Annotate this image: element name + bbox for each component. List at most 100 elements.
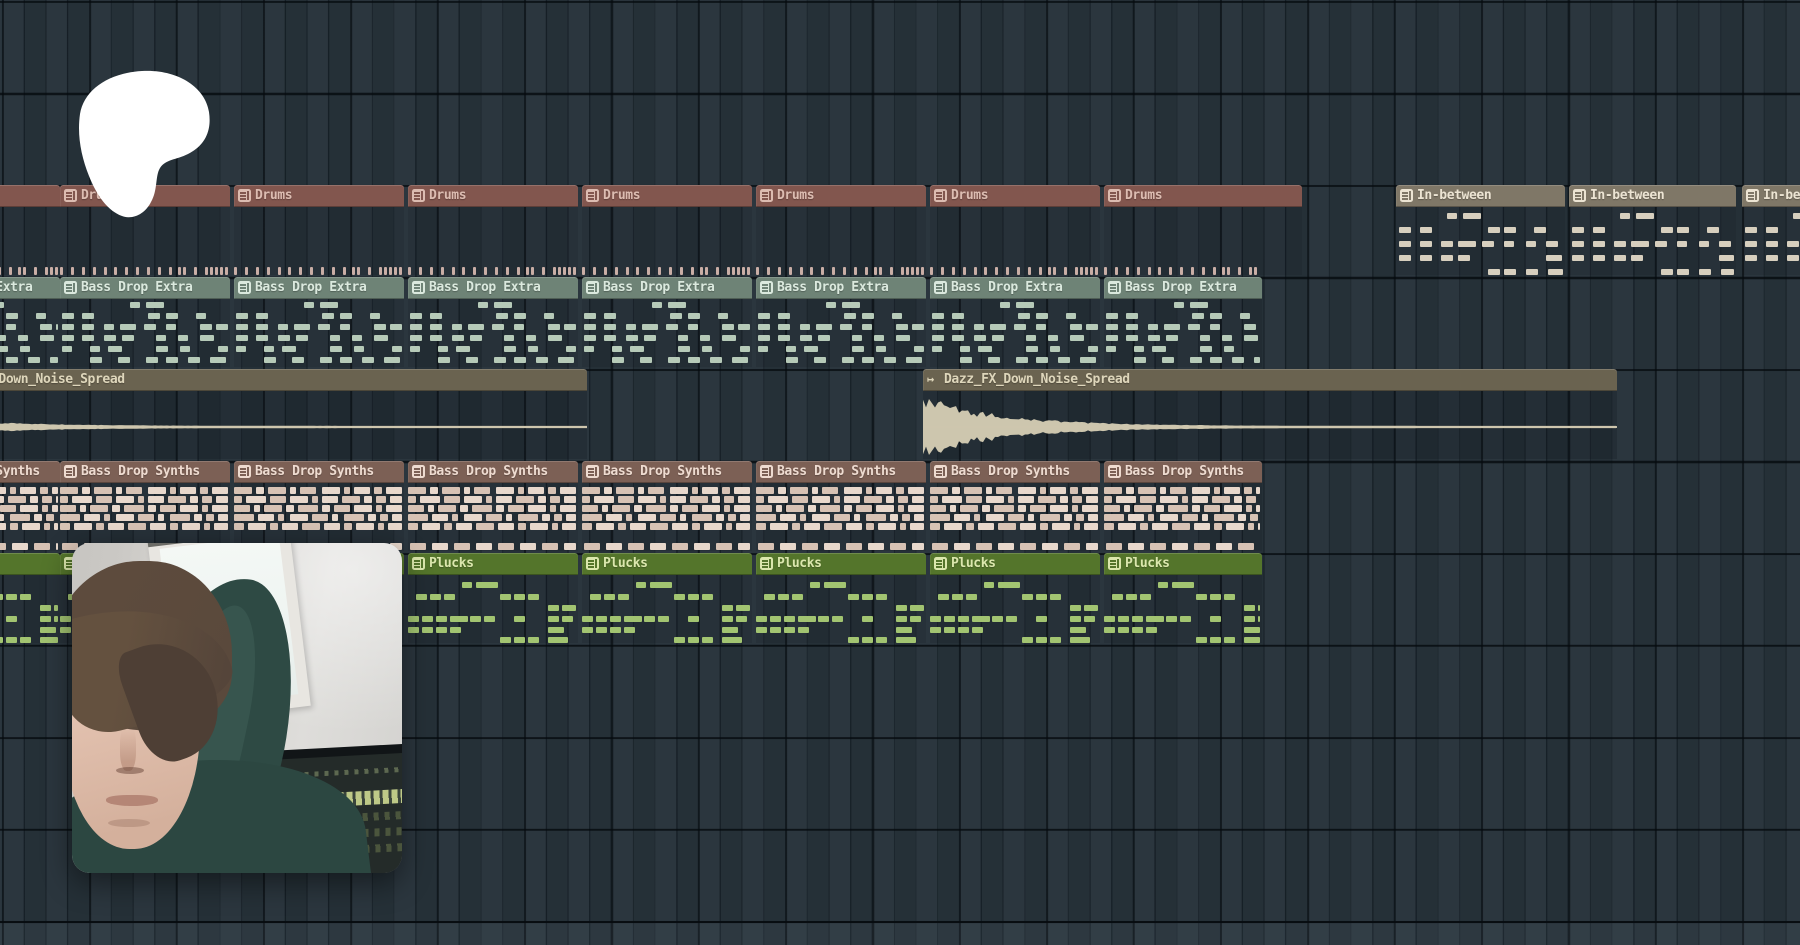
clip-header[interactable]: In-between <box>1569 185 1736 207</box>
clip-header[interactable]: Drums <box>582 185 752 207</box>
pattern-clip-plucks[interactable]: Plucks <box>408 553 578 643</box>
clip-note <box>1086 496 1098 503</box>
clip-note <box>758 543 774 550</box>
clip-header[interactable]: In-between <box>1396 185 1565 207</box>
pattern-clip-plucks[interactable]: Plucks <box>1104 553 1262 643</box>
clip-header[interactable]: Plucks <box>756 553 926 575</box>
clip-note <box>40 487 48 494</box>
clip-note <box>596 616 607 622</box>
clip-header[interactable]: Bass Drop Synths <box>582 461 752 483</box>
pattern-clip-bass-drop-synths[interactable]: Bass Drop Synths <box>756 461 926 551</box>
clip-header[interactable]: ↦Dazz_FX_Down_Noise_Spread <box>923 369 1617 391</box>
clip-header[interactable]: Bass Drop Synths <box>0 461 60 483</box>
clip-header[interactable]: Drums <box>234 185 404 207</box>
clip-note <box>0 543 6 550</box>
audio-clip-dazz-fx-down-noise-spread[interactable]: ↦Dazz_FX_Down_Noise_Spread <box>0 369 587 459</box>
clip-header[interactable]: Drums <box>1104 185 1302 207</box>
pattern-clip-drums[interactable]: Drums <box>60 185 230 275</box>
pattern-clip-bass-drop-synths[interactable]: Bass Drop Synths <box>930 461 1100 551</box>
clip-note <box>147 267 150 275</box>
pattern-clip-bass-drop-synths[interactable]: Bass Drop Synths <box>1104 461 1262 551</box>
clip-header[interactable]: Plucks <box>1104 553 1262 575</box>
clip-header[interactable]: Bass Drop Extra <box>582 277 752 299</box>
pattern-clip-bass-drop-extra[interactable]: Bass Drop Extra <box>582 277 752 367</box>
clip-note <box>670 313 682 319</box>
clip-header[interactable]: Bass Drop Synths <box>1104 461 1262 483</box>
pattern-clip-drums[interactable]: Drums <box>408 185 578 275</box>
clip-note <box>1254 267 1257 275</box>
pattern-clip-in-between[interactable]: In-between <box>1569 185 1736 275</box>
clip-note <box>104 514 110 521</box>
pattern-clip-drums[interactable]: Drums <box>234 185 404 275</box>
clip-header[interactable]: Bass Drop Extra <box>60 277 230 299</box>
pattern-clip-drums[interactable]: Drums <box>1104 185 1302 275</box>
clip-note <box>812 514 830 521</box>
pattern-clip-bass-drop-synths[interactable]: Bass Drop Synths <box>60 461 230 551</box>
clip-note <box>852 335 862 341</box>
clip-header[interactable]: Bass Drop Extra <box>0 277 60 299</box>
clip-note <box>548 627 564 633</box>
clip-header[interactable]: Bass Drop Extra <box>234 277 404 299</box>
clip-header[interactable]: Drums <box>930 185 1100 207</box>
audio-clip-dazz-fx-down-noise-spread[interactable]: ↦Dazz_FX_Down_Noise_Spread <box>923 369 1617 459</box>
pattern-clip-bass-drop-extra[interactable]: Bass Drop Extra <box>930 277 1100 367</box>
clip-header[interactable]: Bass Drop Synths <box>756 461 926 483</box>
clip-note <box>528 346 538 352</box>
clip-note <box>36 313 46 319</box>
pattern-clip-bass-drop-extra[interactable]: Bass Drop Extra <box>756 277 926 367</box>
clip-header[interactable]: Bass Drop Extra <box>408 277 578 299</box>
pattern-clip-bass-drop-extra[interactable]: Bass Drop Extra <box>234 277 404 367</box>
clip-header[interactable]: Plucks <box>0 553 60 575</box>
pattern-clip-bass-drop-synths[interactable]: Bass Drop Synths <box>234 461 404 551</box>
clip-label: Bass Drop Synths <box>81 461 200 483</box>
clip-note <box>1636 213 1654 219</box>
pattern-clip-bass-drop-extra[interactable]: Bass Drop Extra <box>0 277 60 367</box>
clip-header[interactable]: Drums <box>60 185 230 207</box>
pattern-clip-plucks[interactable]: Plucks <box>582 553 752 643</box>
pattern-clip-drums[interactable]: Drums <box>930 185 1100 275</box>
clip-header[interactable]: In-between <box>1742 185 1800 207</box>
pattern-clip-drums[interactable]: Drums <box>582 185 752 275</box>
clip-header[interactable]: Plucks <box>582 553 752 575</box>
clip-header[interactable]: Bass Drop Synths <box>234 461 404 483</box>
clip-header[interactable]: Bass Drop Extra <box>756 277 926 299</box>
clip-note <box>526 335 536 341</box>
clip-note <box>496 313 508 319</box>
pattern-clip-drums[interactable]: Drums <box>756 185 926 275</box>
pattern-clip-in-between[interactable]: In-between <box>1742 185 1800 275</box>
pattern-clip-icon <box>238 189 251 202</box>
clip-note <box>464 487 470 494</box>
clip-header[interactable]: ↦Dazz_FX_Down_Noise_Spread <box>0 369 587 391</box>
clip-note <box>852 346 864 352</box>
pattern-clip-in-between[interactable]: In-between <box>1396 185 1565 275</box>
clip-header[interactable]: Plucks <box>408 553 578 575</box>
pattern-clip-drums[interactable]: Drums <box>0 185 60 275</box>
clip-header[interactable]: Bass Drop Synths <box>408 461 578 483</box>
clip-header[interactable]: Drums <box>0 185 60 207</box>
clip-header[interactable]: Plucks <box>930 553 1100 575</box>
pattern-clip-plucks[interactable]: Plucks <box>930 553 1100 643</box>
clip-note <box>450 627 461 633</box>
clip-header[interactable]: Bass Drop Extra <box>1104 277 1262 299</box>
pattern-clip-bass-drop-synths[interactable]: Bass Drop Synths <box>408 461 578 551</box>
clip-note <box>1572 255 1584 261</box>
clip-header[interactable]: Drums <box>408 185 578 207</box>
clip-header[interactable]: Bass Drop Synths <box>930 461 1100 483</box>
clip-header[interactable]: Bass Drop Synths <box>60 461 230 483</box>
pattern-clip-bass-drop-synths[interactable]: Bass Drop Synths <box>0 461 60 551</box>
clip-label: Plucks <box>1125 553 1170 575</box>
pattern-clip-bass-drop-synths[interactable]: Bass Drop Synths <box>582 461 752 551</box>
clip-note <box>0 514 4 521</box>
pattern-clip-bass-drop-extra[interactable]: Bass Drop Extra <box>1104 277 1262 367</box>
clip-note <box>966 496 982 503</box>
clip-note <box>1224 594 1235 600</box>
pattern-clip-bass-drop-extra[interactable]: Bass Drop Extra <box>60 277 230 367</box>
clip-header[interactable]: Drums <box>756 185 926 207</box>
clip-note <box>304 302 314 308</box>
pattern-clip-plucks[interactable]: Plucks <box>0 553 60 643</box>
clip-note <box>1234 496 1242 503</box>
clip-header[interactable]: Bass Drop Extra <box>930 277 1100 299</box>
clip-note <box>862 357 874 363</box>
pattern-clip-bass-drop-extra[interactable]: Bass Drop Extra <box>408 277 578 367</box>
pattern-clip-plucks[interactable]: Plucks <box>756 553 926 643</box>
